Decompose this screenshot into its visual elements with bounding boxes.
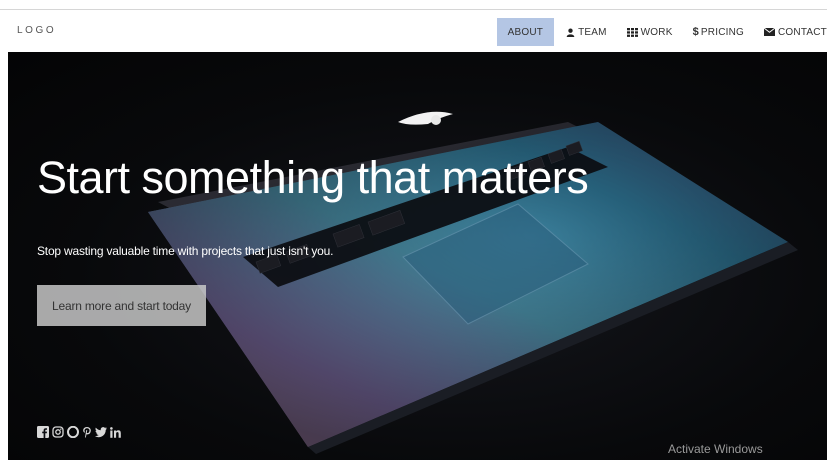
opera-icon[interactable] <box>67 426 79 438</box>
hero-section: Start something that matters Stop wastin… <box>8 52 827 460</box>
nav-work[interactable]: WORK <box>617 18 683 46</box>
nav-contact-label: CONTACT <box>778 26 827 38</box>
hero-subtitle: Stop wasting valuable time with projects… <box>37 244 334 258</box>
instagram-icon[interactable] <box>52 426 64 438</box>
hero-title: Start something that matters <box>37 152 589 203</box>
logo[interactable]: LOGO <box>17 25 56 36</box>
nav-contact[interactable]: CONTACT <box>754 18 827 46</box>
main-nav: ABOUT TEAM WORK $ PRICING CONTACT <box>496 18 827 46</box>
nav-pricing-label: PRICING <box>700 26 744 38</box>
user-icon <box>566 28 578 37</box>
activate-windows-watermark: Activate Windows <box>668 442 763 456</box>
grid-icon <box>626 27 641 37</box>
nav-team-label: TEAM <box>578 26 607 38</box>
envelope-icon <box>764 28 778 36</box>
nav-about-label: ABOUT <box>507 26 544 38</box>
top-border <box>0 0 827 10</box>
pinterest-icon[interactable] <box>82 426 92 438</box>
learn-more-button[interactable]: Learn more and start today <box>37 285 206 326</box>
dollar-icon: $ <box>692 26 699 38</box>
twitter-icon[interactable] <box>95 426 107 438</box>
nav-about[interactable]: ABOUT <box>496 18 555 46</box>
nav-team[interactable]: TEAM <box>556 18 617 46</box>
facebook-icon[interactable] <box>37 426 49 438</box>
navbar: LOGO ABOUT TEAM WORK $ PRICING CONTACT <box>0 11 827 52</box>
nav-work-label: WORK <box>640 26 673 38</box>
social-links <box>37 426 121 438</box>
nav-pricing[interactable]: $ PRICING <box>683 18 754 46</box>
linkedin-icon[interactable] <box>110 426 121 438</box>
